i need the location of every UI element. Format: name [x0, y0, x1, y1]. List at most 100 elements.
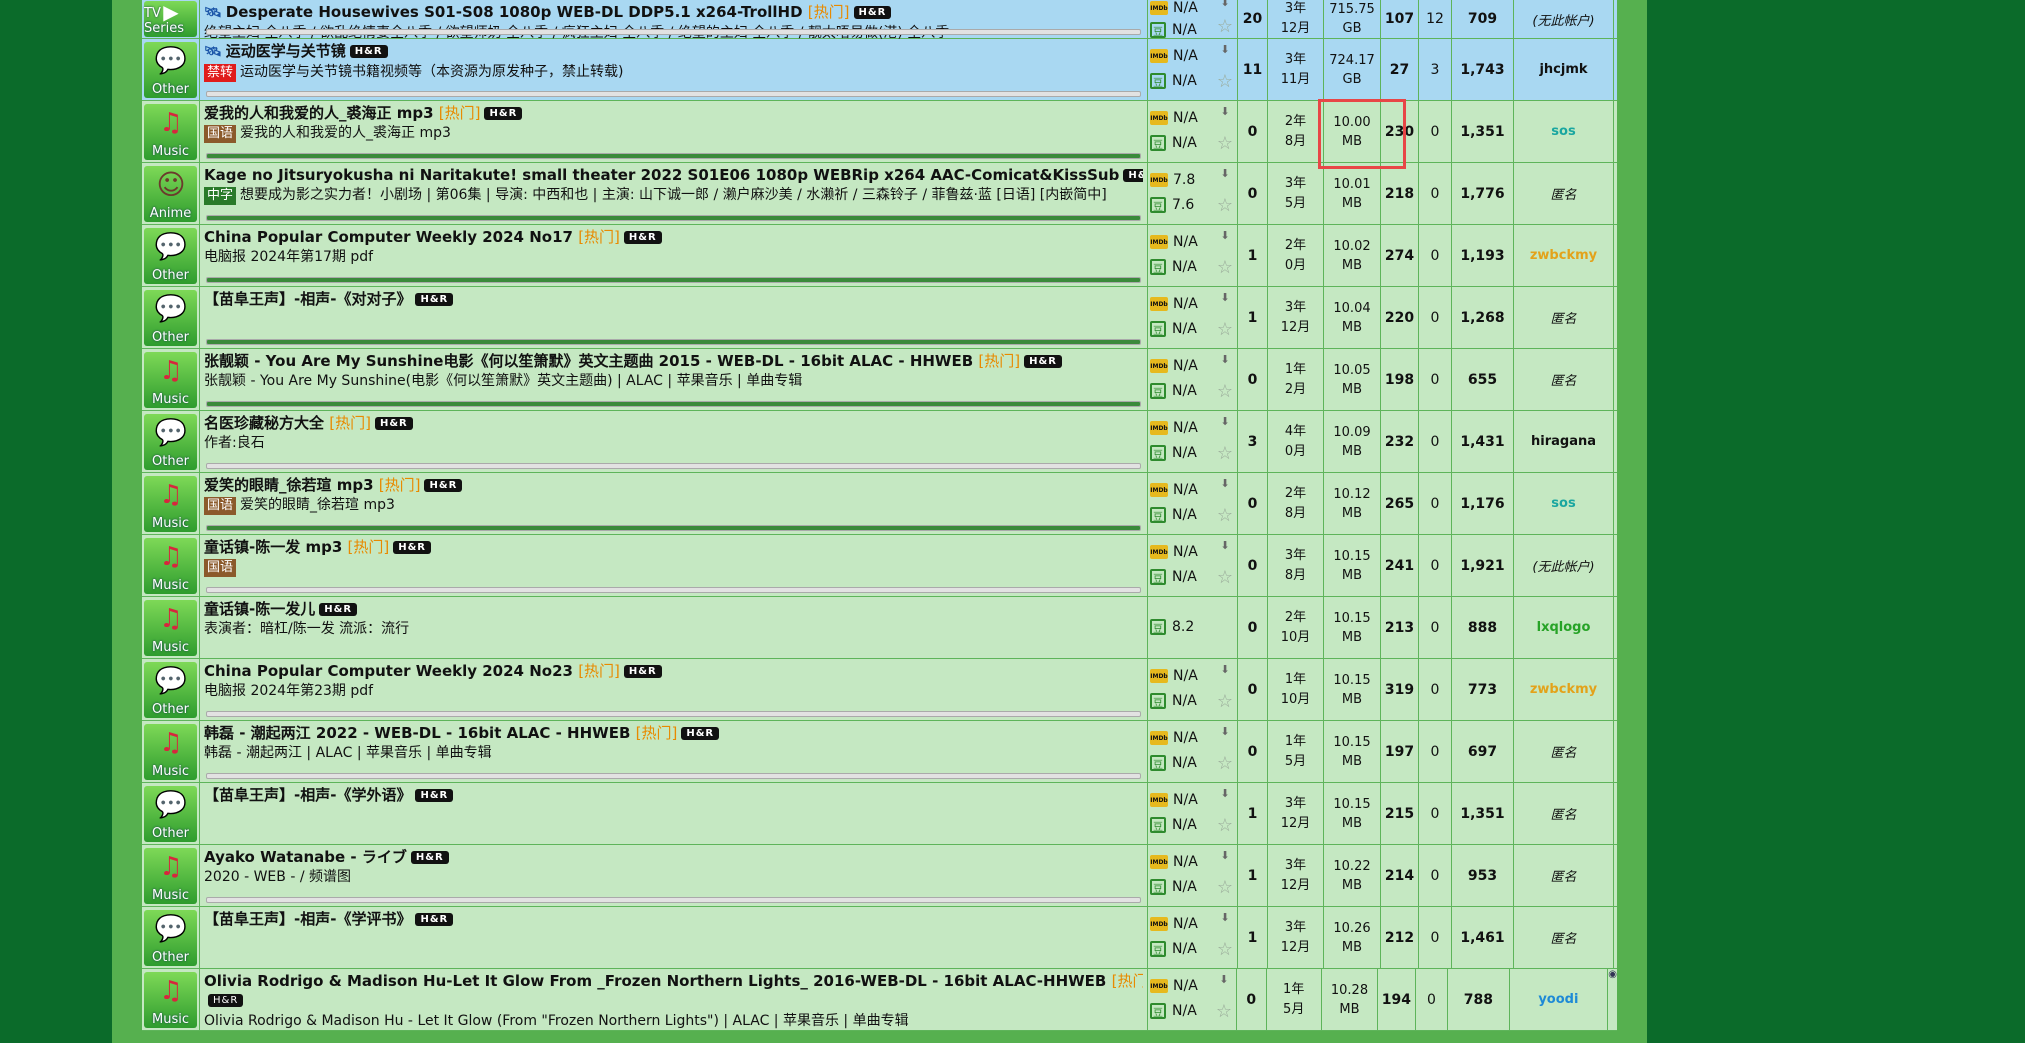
comments-count[interactable]: 0 [1238, 473, 1268, 534]
leechers-count[interactable]: 0 [1419, 907, 1452, 968]
seeders-count[interactable]: 213 [1381, 597, 1419, 658]
torrent-title-link[interactable]: 爱我的人和我爱的人_裘海正 mp3 [204, 104, 434, 122]
category-other-icon[interactable]: 💬 Other [144, 41, 197, 98]
completed-count[interactable]: 1,921 [1452, 535, 1514, 596]
leechers-count[interactable]: 0 [1419, 659, 1452, 720]
completed-count[interactable]: 1,268 [1452, 287, 1514, 348]
bookmark-star-icon[interactable]: ☆ [1215, 319, 1235, 340]
torrent-title-link[interactable]: 爱笑的眼睛_徐若瑄 mp3 [204, 476, 374, 494]
download-icon[interactable]: ⬇ [1215, 849, 1235, 862]
category-other-icon[interactable]: 💬 Other [144, 289, 197, 346]
uploader-name[interactable]: 匿名 [1514, 783, 1614, 844]
bookmark-star-icon[interactable]: ☆ [1215, 567, 1235, 588]
leechers-count[interactable]: 0 [1419, 845, 1452, 906]
leechers-count[interactable]: 0 [1419, 287, 1452, 348]
uploader-name[interactable]: sos [1514, 101, 1614, 162]
bookmark-star-icon[interactable]: ☆ [1215, 753, 1235, 774]
uploader-name[interactable]: 匿名 [1514, 845, 1614, 906]
seeders-count[interactable]: 241 [1381, 535, 1419, 596]
leechers-count[interactable]: 0 [1419, 473, 1452, 534]
completed-count[interactable]: 1,351 [1452, 783, 1514, 844]
bookmark-star-icon[interactable]: ☆ [1215, 381, 1235, 402]
uploader-name[interactable]: zwbckmy [1514, 225, 1614, 286]
comments-count[interactable]: 11 [1238, 39, 1268, 100]
category-other-icon[interactable]: 💬 Other [144, 909, 197, 966]
category-music-icon[interactable]: ♫ Music [144, 971, 197, 1028]
completed-count[interactable]: 788 [1448, 969, 1510, 1030]
comments-count[interactable]: 0 [1238, 349, 1268, 410]
uploader-name[interactable]: zwbckmy [1514, 659, 1614, 720]
bookmark-star-icon[interactable]: ☆ [1215, 815, 1235, 836]
seeders-count[interactable]: 220 [1381, 287, 1419, 348]
torrent-title-link[interactable]: 【苗阜王声】-相声-《对对子》 [204, 290, 411, 308]
torrent-title-link[interactable]: Desperate Housewives S01-S08 1080p WEB-D… [226, 3, 803, 21]
completed-count[interactable]: 1,776 [1452, 163, 1514, 224]
uploader-name[interactable]: (无此帐户) [1514, 535, 1614, 596]
download-icon[interactable]: ⬇ [1215, 415, 1235, 428]
comments-count[interactable]: 3 [1238, 411, 1268, 472]
bookmark-star-icon[interactable]: ☆ [1214, 1001, 1234, 1022]
torrent-title-link[interactable]: 运动医学与关节镜 [226, 42, 346, 60]
seeders-count[interactable]: 214 [1381, 845, 1419, 906]
bookmark-star-icon[interactable]: ☆ [1215, 691, 1235, 712]
category-music-icon[interactable]: ♫ Music [144, 475, 197, 532]
category-music-icon[interactable]: ♫ Music [144, 103, 197, 160]
category-music-icon[interactable]: ♫ Music [144, 537, 197, 594]
torrent-title-link[interactable]: 韩磊 - 潮起两江 2022 - WEB-DL - 16bit ALAC - H… [204, 724, 630, 742]
torrent-title-link[interactable]: 名医珍藏秘方大全 [204, 414, 324, 432]
download-icon[interactable]: ⬇ [1215, 787, 1235, 800]
uploader-name[interactable]: 匿名 [1514, 163, 1614, 224]
seeders-count[interactable]: 194 [1378, 969, 1416, 1030]
download-icon[interactable]: ⬇ [1215, 0, 1235, 9]
bookmark-star-icon[interactable]: ☆ [1215, 877, 1235, 898]
download-icon[interactable]: ⬇ [1215, 725, 1235, 738]
comments-count[interactable]: 1 [1238, 783, 1268, 844]
comments-count[interactable]: 20 [1238, 0, 1268, 38]
uploader-name[interactable]: lxqlogo [1514, 597, 1614, 658]
seeders-count[interactable]: 274 [1381, 225, 1419, 286]
category-anime-icon[interactable]: ☺ Anime [144, 165, 197, 222]
torrent-title-link[interactable]: China Popular Computer Weekly 2024 No17 [204, 228, 573, 246]
comments-count[interactable]: 0 [1238, 535, 1268, 596]
bookmark-star-icon[interactable]: ☆ [1215, 133, 1235, 154]
uploader-name[interactable]: 匿名 [1514, 907, 1614, 968]
category-tv-icon[interactable]: ▶ TV Series [144, 0, 197, 37]
seeders-count[interactable]: 197 [1381, 721, 1419, 782]
download-icon[interactable]: ⬇ [1214, 973, 1234, 986]
uploader-name[interactable]: 匿名 [1514, 287, 1614, 348]
seeders-count[interactable]: 319 [1381, 659, 1419, 720]
category-music-icon[interactable]: ♫ Music [144, 723, 197, 780]
leechers-count[interactable]: 3 [1419, 39, 1452, 100]
bookmark-star-icon[interactable]: ☆ [1215, 195, 1235, 216]
uploader-name[interactable]: yoodi [1510, 969, 1609, 1030]
download-icon[interactable]: ⬇ [1215, 291, 1235, 304]
download-icon[interactable]: ⬇ [1215, 105, 1235, 118]
leechers-count[interactable]: 12 [1419, 0, 1452, 38]
bookmark-star-icon[interactable]: ☆ [1215, 939, 1235, 960]
download-icon[interactable]: ⬇ [1215, 663, 1235, 676]
comments-count[interactable]: 1 [1238, 845, 1268, 906]
completed-count[interactable]: 888 [1452, 597, 1514, 658]
category-music-icon[interactable]: ♫ Music [144, 599, 197, 656]
seeders-count[interactable]: 212 [1381, 907, 1419, 968]
download-icon[interactable]: ⬇ [1215, 353, 1235, 366]
comments-count[interactable]: 0 [1238, 163, 1268, 224]
uploader-name[interactable]: (无此帐户) [1514, 0, 1614, 38]
torrent-title-link[interactable]: 张靓颖 - You Are My Sunshine电影《何以笙箫默》英文主题曲 … [204, 352, 973, 370]
completed-count[interactable]: 953 [1452, 845, 1514, 906]
torrent-title-link[interactable]: 童话镇-陈一发儿 [204, 600, 315, 618]
seeders-count[interactable]: 230 [1381, 101, 1419, 162]
uploader-name[interactable]: sos [1514, 473, 1614, 534]
comments-count[interactable]: 0 [1238, 659, 1268, 720]
bookmark-star-icon[interactable]: ☆ [1215, 16, 1235, 37]
category-other-icon[interactable]: 💬 Other [144, 413, 197, 470]
completed-count[interactable]: 773 [1452, 659, 1514, 720]
torrent-title-link[interactable]: Ayako Watanabe - ライブ [204, 848, 407, 866]
bookmark-star-icon[interactable]: ☆ [1215, 443, 1235, 464]
seeders-count[interactable]: 27 [1381, 39, 1419, 100]
seeders-count[interactable]: 265 [1381, 473, 1419, 534]
seeders-count[interactable]: 198 [1381, 349, 1419, 410]
seeders-count[interactable]: 232 [1381, 411, 1419, 472]
comments-count[interactable]: 0 [1238, 721, 1268, 782]
download-icon[interactable]: ⬇ [1215, 539, 1235, 552]
